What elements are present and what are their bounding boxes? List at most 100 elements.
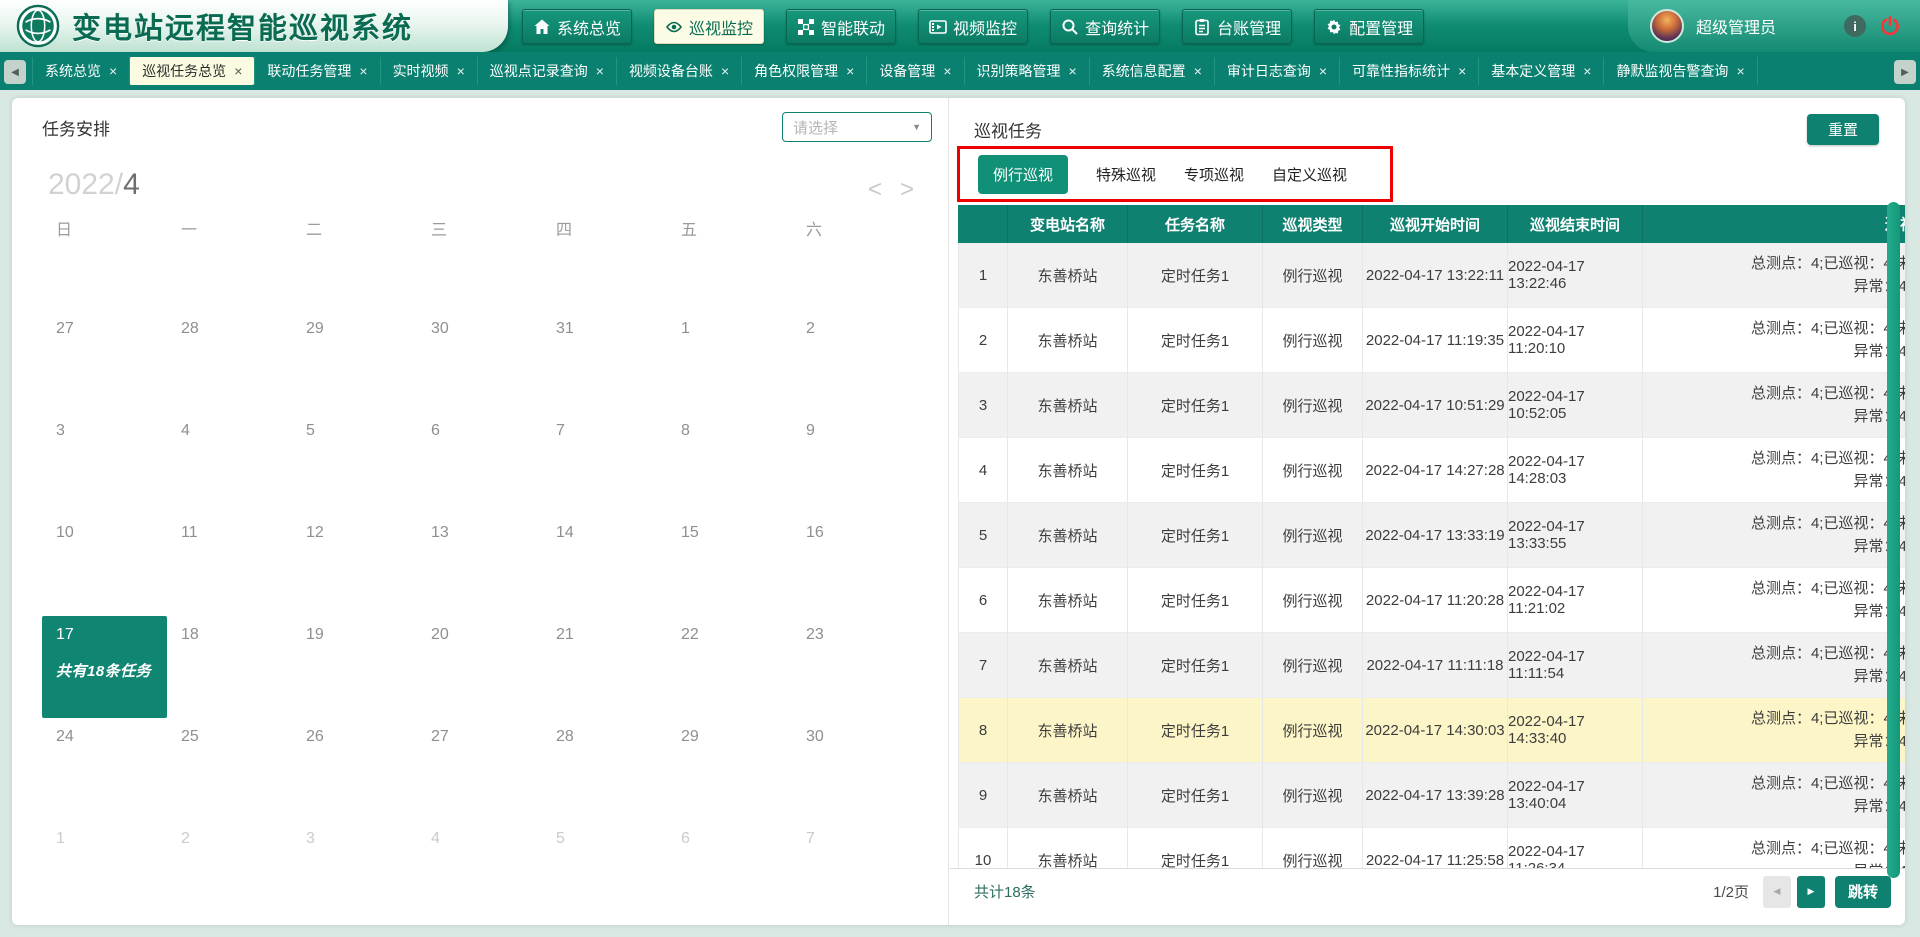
- calendar-day[interactable]: 13: [417, 514, 542, 616]
- nav-button-search[interactable]: 查询统计: [1050, 9, 1160, 44]
- nav-button-video[interactable]: 视频监控: [918, 9, 1028, 44]
- calendar-day[interactable]: 1: [42, 820, 167, 922]
- pager-next-button[interactable]: ▶: [1797, 876, 1825, 908]
- table-row-6[interactable]: 6东善桥站定时任务1例行巡视2022-04-17 11:20:282022-04…: [958, 568, 1905, 633]
- calendar-day[interactable]: 6: [667, 820, 792, 922]
- calendar-day[interactable]: 24: [42, 718, 167, 820]
- power-icon[interactable]: [1878, 14, 1902, 38]
- tab-close-icon[interactable]: ×: [457, 57, 465, 85]
- tab-item-1[interactable]: 巡视任务总览×: [129, 57, 254, 85]
- table-row-2[interactable]: 2东善桥站定时任务1例行巡视2022-04-17 11:19:352022-04…: [958, 308, 1905, 373]
- avatar[interactable]: [1650, 9, 1684, 43]
- nav-button-gear[interactable]: 配置管理: [1314, 9, 1424, 44]
- tab-close-icon[interactable]: ×: [1069, 57, 1077, 85]
- calendar-day[interactable]: 4: [167, 412, 292, 514]
- calendar-day[interactable]: 5: [292, 412, 417, 514]
- tab-scroll-right-icon[interactable]: ▶: [1894, 60, 1916, 84]
- calendar-day[interactable]: 15: [667, 514, 792, 616]
- calendar-day[interactable]: 25: [167, 718, 292, 820]
- tab-item-8[interactable]: 识别策略管理×: [964, 57, 1089, 85]
- tab-close-icon[interactable]: ×: [721, 57, 729, 85]
- calendar-day[interactable]: 5: [542, 820, 667, 922]
- filter-button-3[interactable]: 自定义巡视: [1272, 164, 1347, 185]
- tab-item-6[interactable]: 角色权限管理×: [741, 57, 866, 85]
- table-row-8[interactable]: 8东善桥站定时任务1例行巡视2022-04-17 14:30:032022-04…: [958, 698, 1905, 763]
- calendar-day[interactable]: 21: [542, 616, 667, 718]
- calendar-day[interactable]: 2: [167, 820, 292, 922]
- calendar-day[interactable]: 22: [667, 616, 792, 718]
- calendar-day[interactable]: 10: [42, 514, 167, 616]
- tab-item-5[interactable]: 视频设备台账×: [616, 57, 741, 85]
- calendar-day[interactable]: 28: [542, 718, 667, 820]
- tab-item-4[interactable]: 巡视点记录查询×: [477, 57, 616, 85]
- calendar-day[interactable]: 18: [167, 616, 292, 718]
- tab-scroll-left-icon[interactable]: ◀: [4, 60, 26, 84]
- table-row-5[interactable]: 5东善桥站定时任务1例行巡视2022-04-17 13:33:192022-04…: [958, 503, 1905, 568]
- tab-item-7[interactable]: 设备管理×: [866, 57, 963, 85]
- table-row-7[interactable]: 7东善桥站定时任务1例行巡视2022-04-17 11:11:182022-04…: [958, 633, 1905, 698]
- tab-item-9[interactable]: 系统信息配置×: [1089, 57, 1214, 85]
- station-select[interactable]: 请选择 ▼: [782, 112, 932, 142]
- tab-close-icon[interactable]: ×: [1319, 57, 1327, 85]
- tab-close-icon[interactable]: ×: [234, 57, 242, 85]
- calendar-day[interactable]: 1: [667, 310, 792, 412]
- calendar-day[interactable]: 27: [42, 310, 167, 412]
- calendar-day[interactable]: 2: [792, 310, 917, 412]
- tab-close-icon[interactable]: ×: [359, 57, 367, 85]
- tab-close-icon[interactable]: ×: [1194, 57, 1202, 85]
- tab-close-icon[interactable]: ×: [1458, 57, 1466, 85]
- calendar-day[interactable]: 8: [667, 412, 792, 514]
- calendar-day[interactable]: 28: [167, 310, 292, 412]
- tab-close-icon[interactable]: ×: [109, 57, 117, 85]
- nav-button-home[interactable]: 系统总览: [522, 9, 632, 44]
- calendar-day[interactable]: 29: [667, 718, 792, 820]
- nav-button-eye[interactable]: 巡视监控: [654, 9, 764, 44]
- tab-item-3[interactable]: 实时视频×: [380, 57, 477, 85]
- table-row-3[interactable]: 3东善桥站定时任务1例行巡视2022-04-17 10:51:292022-04…: [958, 373, 1905, 438]
- calendar-day[interactable]: 12: [292, 514, 417, 616]
- calendar-day[interactable]: 30: [792, 718, 917, 820]
- tab-item-10[interactable]: 审计日志查询×: [1214, 57, 1339, 85]
- tab-item-12[interactable]: 基本定义管理×: [1478, 57, 1603, 85]
- filter-button-0[interactable]: 例行巡视: [978, 155, 1068, 194]
- calendar-day[interactable]: 16: [792, 514, 917, 616]
- calendar-day[interactable]: 29: [292, 310, 417, 412]
- info-icon[interactable]: i: [1844, 15, 1866, 37]
- calendar-next-icon[interactable]: >: [900, 176, 914, 204]
- pager-prev-button[interactable]: ◀: [1763, 876, 1791, 908]
- calendar-day[interactable]: 23: [792, 616, 917, 718]
- filter-button-2[interactable]: 专项巡视: [1184, 164, 1244, 185]
- calendar-day[interactable]: 19: [292, 616, 417, 718]
- calendar-day[interactable]: 30: [417, 310, 542, 412]
- tab-close-icon[interactable]: ×: [1583, 57, 1591, 85]
- tab-item-11[interactable]: 可靠性指标统计×: [1339, 57, 1478, 85]
- calendar-day[interactable]: 9: [792, 412, 917, 514]
- reset-button[interactable]: 重置: [1807, 114, 1879, 145]
- table-row-10[interactable]: 10东善桥站定时任务1例行巡视2022-04-17 11:25:582022-0…: [958, 828, 1905, 868]
- tab-item-13[interactable]: 静默监视告警查询×: [1603, 57, 1757, 85]
- table-row-1[interactable]: 1东善桥站定时任务1例行巡视2022-04-17 13:22:112022-04…: [958, 243, 1905, 308]
- calendar-day[interactable]: 14: [542, 514, 667, 616]
- calendar-day[interactable]: 26: [292, 718, 417, 820]
- calendar-prev-icon[interactable]: <: [868, 176, 882, 204]
- tab-item-0[interactable]: 系统总览×: [32, 57, 129, 85]
- calendar-day[interactable]: 3: [42, 412, 167, 514]
- calendar-day[interactable]: 7: [542, 412, 667, 514]
- table-row-9[interactable]: 9东善桥站定时任务1例行巡视2022-04-17 13:39:282022-04…: [958, 763, 1905, 828]
- calendar-day[interactable]: 6: [417, 412, 542, 514]
- nav-button-link[interactable]: 智能联动: [786, 9, 896, 44]
- calendar-day[interactable]: 27: [417, 718, 542, 820]
- tab-close-icon[interactable]: ×: [846, 57, 854, 85]
- calendar-day[interactable]: 17共有18条任务: [42, 616, 167, 718]
- calendar-day[interactable]: 3: [292, 820, 417, 922]
- tab-close-icon[interactable]: ×: [1736, 57, 1744, 85]
- tab-close-icon[interactable]: ×: [596, 57, 604, 85]
- tab-item-2[interactable]: 联动任务管理×: [254, 57, 379, 85]
- table-scrollbar[interactable]: [1887, 202, 1900, 878]
- tab-close-icon[interactable]: ×: [943, 57, 951, 85]
- calendar-day[interactable]: 20: [417, 616, 542, 718]
- nav-button-ledger[interactable]: 台账管理: [1182, 9, 1292, 44]
- calendar-day[interactable]: 4: [417, 820, 542, 922]
- calendar-day[interactable]: 11: [167, 514, 292, 616]
- calendar-day[interactable]: 7: [792, 820, 917, 922]
